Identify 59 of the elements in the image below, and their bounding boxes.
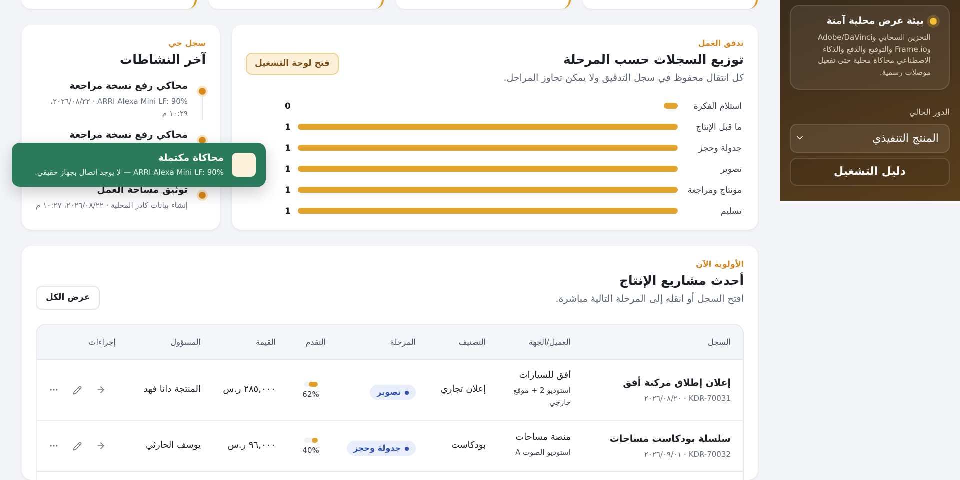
chart-value-label: 0 xyxy=(285,102,291,112)
timeline-dot xyxy=(197,190,208,201)
project-title: سلسلة بودكاست مساحات xyxy=(608,434,731,444)
open-dashboard-button[interactable]: فتح لوحة التشغيل xyxy=(246,53,339,75)
section-title: آخر النشاطات xyxy=(119,52,206,67)
chart-category-label: جدولة وحجز xyxy=(698,144,742,154)
section-subtitle: كل انتقال محفوظ في سجل التدقيق ولا يمكن تجاوز المراحل. xyxy=(504,73,744,84)
chart-category-label: تسليم xyxy=(721,207,742,217)
chart-value-label: 1 xyxy=(285,123,291,133)
toast-title: محاكاة مكتملة xyxy=(157,153,224,164)
value-cell-text: ٩٦,٠٠٠ ر.س xyxy=(226,441,276,451)
column-header: المسؤول xyxy=(170,338,201,346)
category-cell-text: إعلان تجاري xyxy=(440,385,486,395)
section-subtitle: افتح السجل أو انقله إلى المرحلة التالية مباشرة. xyxy=(556,294,744,305)
timeline-dot xyxy=(197,86,208,97)
client-name: منصة مساحات xyxy=(514,433,571,443)
chart-value-label: 1 xyxy=(285,144,291,154)
section-title: أحدث مشاريع الإنتاج xyxy=(618,273,744,288)
notice-title: بيئة عرض محلية آمنة xyxy=(826,16,924,27)
column-header: إجراءات xyxy=(88,338,116,346)
section-title: توزيع السجلات حسب المرحلة xyxy=(562,52,744,67)
chart-category-label: تصوير xyxy=(720,165,742,175)
pencil-icon[interactable] xyxy=(73,442,82,450)
category-cell-text: بودكاست xyxy=(450,441,486,451)
column-header: التقدم xyxy=(304,338,326,346)
timeline-line xyxy=(202,95,203,120)
chart-category-label: ما قبل الإنتاج xyxy=(696,123,742,133)
activity-title: محاكي رفع نسخة مراجعة xyxy=(68,130,188,141)
status-dot xyxy=(930,18,937,25)
client-name: أفق للسيارات xyxy=(518,371,571,381)
view-all-button[interactable]: عرض الكل xyxy=(36,286,100,310)
role-select[interactable]: المنتج التنفيذي xyxy=(790,124,950,152)
role-label: الدور الحالي xyxy=(908,108,950,116)
chart-category-label: مونتاج ومراجعة xyxy=(688,186,742,196)
column-header: التصنيف xyxy=(458,338,486,346)
chart-category-label: استلام الفكرة xyxy=(694,102,742,112)
stage-badge: جدولة وحجز xyxy=(346,441,416,456)
toast-icon xyxy=(232,153,256,177)
chart-bar xyxy=(664,103,678,109)
chart-value-label: 1 xyxy=(285,165,291,175)
arrow-right-icon[interactable] xyxy=(96,385,106,395)
section-eyebrow: الأولوية الآن xyxy=(695,260,744,269)
pencil-icon[interactable] xyxy=(73,386,82,394)
guide-button[interactable]: دليل التشغيل xyxy=(790,158,950,186)
owner-cell-text: المنتجة دانا فهد xyxy=(142,385,201,395)
column-header: السجل xyxy=(706,338,731,346)
column-header: القيمة xyxy=(254,338,276,346)
arrow-right-icon[interactable] xyxy=(96,441,106,451)
section-eyebrow: سجل حي xyxy=(168,39,206,48)
stage-badge: تصوير xyxy=(370,385,416,400)
section-eyebrow: تدفق العمل xyxy=(697,39,744,48)
column-header: العميل/الجهة xyxy=(528,338,571,346)
value-cell-text: ٢٨٥,٠٠٠ ر.س xyxy=(222,385,276,395)
chart-value-label: 1 xyxy=(285,207,291,217)
column-header: المرحلة xyxy=(389,338,416,346)
activity-title: محاكي رفع نسخة مراجعة xyxy=(68,81,188,92)
project-title: إعلان إطلاق مركبة أفق xyxy=(622,378,731,388)
owner-cell-text: يوسف الحارثي xyxy=(144,441,201,451)
chart-value-label: 1 xyxy=(285,186,291,196)
